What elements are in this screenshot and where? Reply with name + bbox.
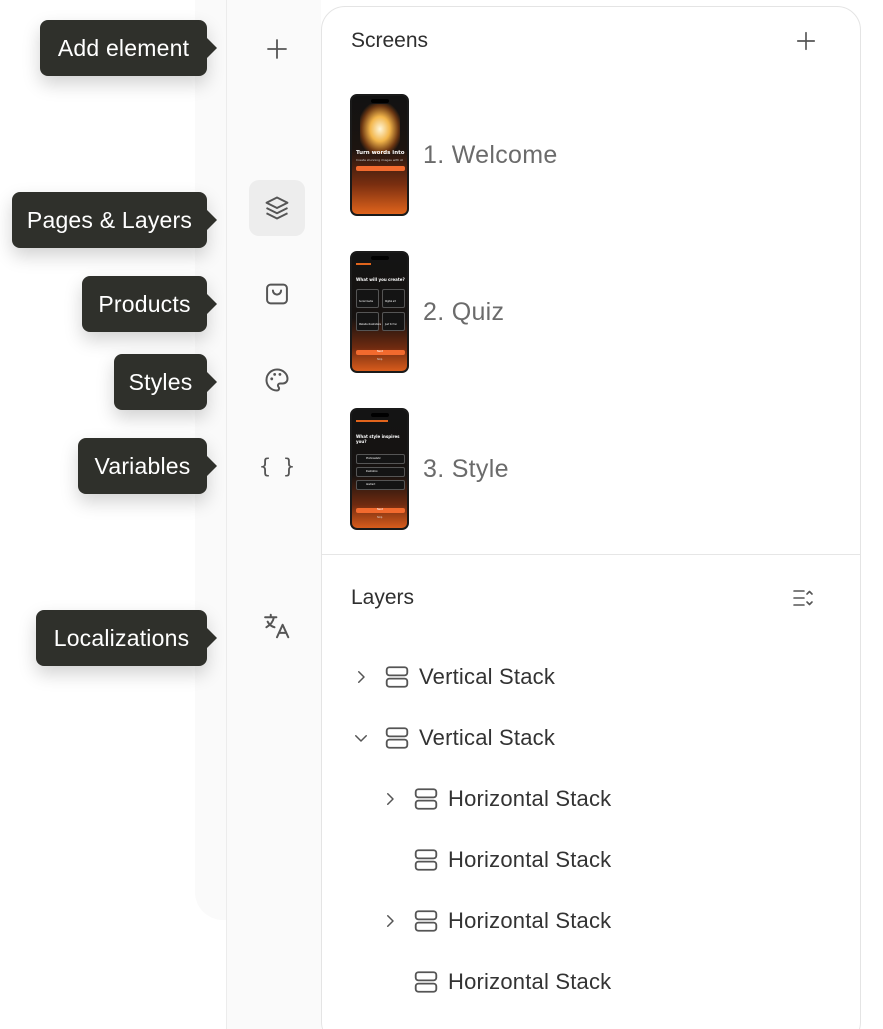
add-element-button[interactable] — [249, 21, 305, 77]
plus-icon — [267, 39, 287, 59]
screen-name: 3. Style — [423, 454, 509, 483]
tooltip-styles: Styles — [114, 354, 217, 410]
layer-label: Horizontal Stack — [448, 786, 612, 811]
thumbnail-glow — [360, 104, 400, 154]
tooltip-add-element: Add element — [40, 20, 217, 76]
option-text: Website illustrations — [359, 323, 382, 326]
tooltip-text: Products — [98, 290, 191, 317]
products-button[interactable] — [249, 266, 305, 322]
tooltip-localizations: Localizations — [36, 610, 217, 666]
layer-label: Horizontal Stack — [448, 969, 612, 994]
localizations-button[interactable] — [249, 598, 305, 654]
layer-label: Vertical Stack — [419, 725, 556, 750]
tooltip-text: Add element — [57, 34, 190, 61]
variables-button[interactable]: { } — [249, 438, 305, 494]
section-divider — [322, 554, 860, 555]
shopping-bag-icon — [266, 283, 288, 305]
option-text: Just for fun — [385, 323, 397, 326]
chevron-right-icon[interactable] — [350, 666, 372, 688]
chevron-right-icon[interactable] — [379, 788, 401, 810]
screen-item-style[interactable]: What style inspires you? Photorealistic … — [350, 408, 509, 530]
screen-item-quiz[interactable]: What will you create? Social media Digit… — [350, 251, 504, 373]
button-text: Next — [377, 350, 383, 353]
layer-label: Horizontal Stack — [448, 847, 612, 872]
screen-name: 2. Quiz — [423, 297, 505, 326]
tooltip-variables: Variables — [78, 438, 217, 494]
tooltip-pages-layers: Pages & Layers — [12, 192, 217, 248]
layers-icon — [265, 196, 289, 220]
stack-icon — [413, 786, 439, 812]
tooltip-products: Products — [82, 276, 217, 332]
pages-layers-button[interactable] — [249, 180, 305, 236]
phone-notch — [371, 99, 389, 103]
thumbnail-headline: Turn words into — [356, 150, 405, 156]
styles-button[interactable] — [249, 352, 305, 408]
option-text: Social media — [359, 300, 373, 303]
stack-icon — [413, 969, 439, 995]
chevron-right-icon[interactable] — [379, 910, 401, 932]
layer-label: Horizontal Stack — [448, 908, 612, 933]
translate-icon — [264, 613, 290, 639]
add-screen-button[interactable] — [792, 27, 820, 55]
stack-icon — [384, 664, 410, 690]
thumbnail-option: Digital art — [382, 289, 405, 308]
screen-item-welcome[interactable]: Turn words into Create stunning images w… — [350, 94, 558, 216]
thumbnail-progress — [356, 263, 371, 265]
thumbnail-button: Next — [356, 508, 405, 513]
screen-thumbnail: What will you create? Social media Digit… — [350, 251, 409, 373]
layers-title: Layers — [351, 586, 415, 609]
thumbnail-option: Illustration — [356, 467, 405, 477]
layer-row[interactable]: Horizontal Stack — [379, 962, 611, 1002]
thumbnail-option: Website illustrations — [356, 312, 382, 331]
thumbnail-option: Social media — [356, 289, 379, 308]
stack-icon — [384, 725, 410, 751]
screens-title: Screens — [351, 29, 429, 52]
collapse-layers-button[interactable] — [788, 583, 818, 613]
chevron-down-icon[interactable] — [350, 727, 372, 749]
tooltip-text: Pages & Layers — [26, 206, 193, 233]
thumbnail-headline: What will you create? — [356, 277, 405, 282]
screen-thumbnail: Turn words into Create stunning images w… — [350, 94, 409, 216]
stack-icon — [413, 847, 439, 873]
phone-notch — [371, 256, 389, 260]
option-text: Abstract — [366, 483, 376, 486]
option-text: Illustration — [366, 470, 378, 473]
thumbnail-skip: Skip — [377, 358, 383, 361]
thumbnail-option: Just for fun — [382, 312, 405, 331]
plus-icon — [796, 31, 816, 51]
thumbnail-option: Abstract — [356, 480, 405, 490]
list-collapse-icon — [793, 590, 813, 606]
thumbnail-headline: What style inspires you? — [356, 434, 400, 445]
thumbnail-button — [356, 166, 405, 171]
tooltip-text: Styles — [128, 368, 193, 395]
option-text: Photorealistic — [366, 457, 381, 460]
thumbnail-progress — [356, 420, 388, 422]
screen-name: 1. Welcome — [423, 140, 558, 169]
tooltip-text: Localizations — [53, 624, 190, 651]
thumbnail-button: Next — [356, 350, 405, 355]
palette-icon — [265, 368, 289, 392]
thumbnail-subtitle: Create stunning images with AI — [356, 158, 404, 162]
screen-thumbnail: What style inspires you? Photorealistic … — [350, 408, 409, 530]
pages-layers-panel: Screens Turn words into Create stunning … — [321, 6, 861, 1029]
layer-row[interactable]: Vertical Stack — [350, 657, 555, 697]
phone-notch — [371, 413, 389, 417]
button-text: Next — [377, 508, 383, 511]
layer-row[interactable]: Vertical Stack — [350, 718, 555, 758]
side-toolbar — [226, 0, 321, 1029]
thumbnail-option: Photorealistic — [356, 454, 405, 464]
layer-row[interactable]: Horizontal Stack — [379, 840, 611, 880]
option-text: Digital art — [385, 300, 396, 303]
tooltip-text: Variables — [94, 452, 191, 479]
thumbnail-skip: Skip — [377, 516, 383, 519]
layer-row[interactable]: Horizontal Stack — [379, 779, 611, 819]
layer-label: Vertical Stack — [419, 664, 556, 689]
braces-icon: { } — [258, 454, 296, 478]
stack-icon — [413, 908, 439, 934]
layer-row[interactable]: Horizontal Stack — [379, 901, 611, 941]
